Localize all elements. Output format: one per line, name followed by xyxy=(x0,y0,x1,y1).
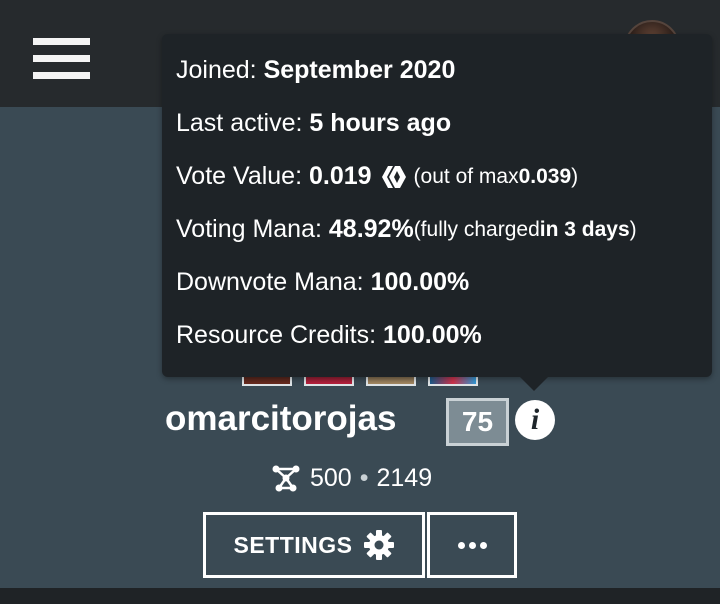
joined-line: Joined: September 2020 xyxy=(176,56,455,85)
settings-button-label: SETTINGS xyxy=(233,531,353,558)
hamburger-menu-icon[interactable] xyxy=(33,38,90,79)
vote-max-value: 0.039 xyxy=(518,164,572,188)
vote-value-line: Vote Value: 0.019 (out of max 0.039) xyxy=(176,162,578,191)
downvote-mana-label: Downvote Mana: xyxy=(176,268,364,296)
followers-count[interactable]: 2149 xyxy=(376,464,432,493)
reputation-badge: 75 xyxy=(446,398,509,446)
bottom-strip xyxy=(0,588,720,604)
more-options-button[interactable] xyxy=(427,512,517,578)
following-count[interactable]: 500 xyxy=(310,464,352,493)
username: omarcitorojas xyxy=(165,399,397,438)
joined-label: Joined: xyxy=(176,56,257,84)
resource-credits-value: 100.00% xyxy=(383,321,482,349)
more-dots-icon xyxy=(457,541,487,549)
last-active-label: Last active: xyxy=(176,109,303,137)
gear-icon xyxy=(363,530,394,560)
downvote-mana-value: 100.00% xyxy=(370,268,470,296)
resource-credits-label: Resource Credits: xyxy=(176,321,377,349)
voting-mana-value: 48.92% xyxy=(328,215,414,243)
resource-credits-line: Resource Credits: 100.00% xyxy=(176,321,482,350)
voting-mana-charged-prefix: (fully charged xyxy=(413,217,540,241)
voting-mana-line: Voting Mana: 48.92% (fully charged in 3 d… xyxy=(176,215,637,244)
vote-max-prefix: (out of max xyxy=(413,164,519,188)
separator-dot: • xyxy=(359,463,369,492)
network-icon xyxy=(272,465,300,492)
hive-logo-icon xyxy=(381,165,406,188)
vote-value-label: Vote Value: xyxy=(176,162,303,190)
downvote-mana-line: Downvote Mana: 100.00% xyxy=(176,268,469,297)
voting-mana-label: Voting Mana: xyxy=(176,215,322,243)
follow-stats: 500 • 2149 xyxy=(270,462,432,494)
account-info-tooltip: Joined: September 2020 Last active: 5 ho… xyxy=(162,34,712,391)
voting-mana-charged-value: in 3 days xyxy=(539,217,630,241)
voting-mana-charged-suffix: ) xyxy=(629,217,637,241)
last-active-line: Last active: 5 hours ago xyxy=(176,109,451,138)
joined-value: September 2020 xyxy=(263,56,456,84)
last-active-value: 5 hours ago xyxy=(309,109,452,137)
settings-button[interactable]: SETTINGS xyxy=(203,512,425,578)
info-icon[interactable]: i xyxy=(515,400,555,440)
vote-value: 0.019 xyxy=(308,162,372,190)
vote-max-suffix: ) xyxy=(571,164,579,188)
